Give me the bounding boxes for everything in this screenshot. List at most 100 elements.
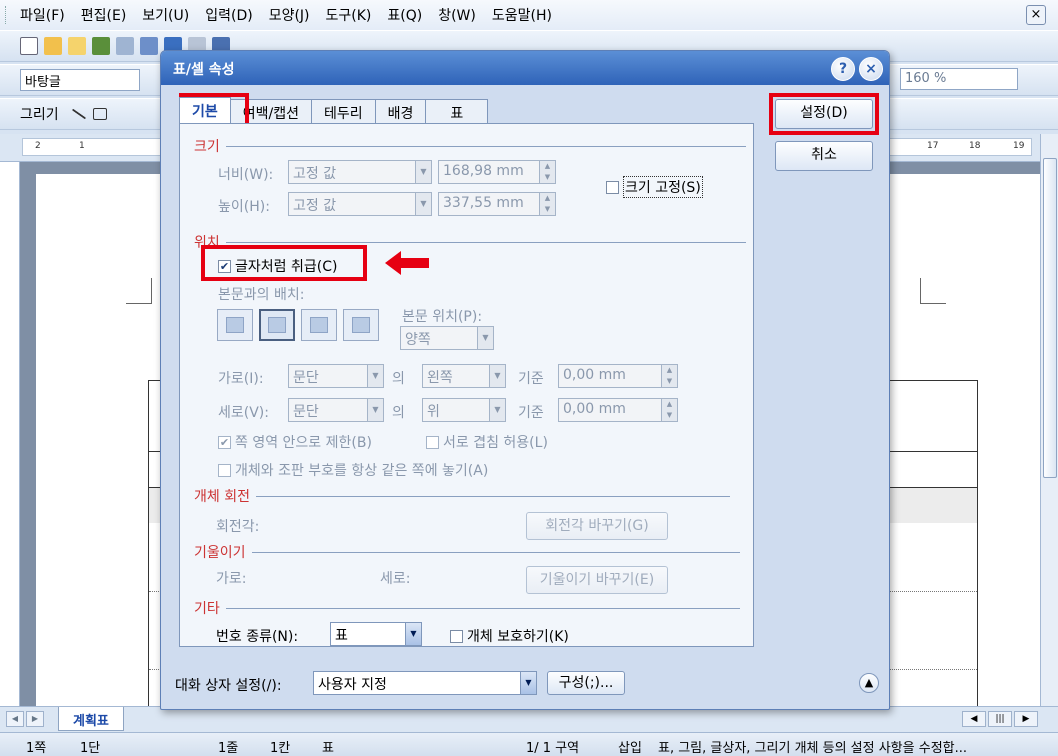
dropdown-arrow-icon: ▼ (489, 365, 505, 387)
spin-arrows-icon: ▲ ▼ (539, 193, 555, 215)
keep-same-page-checkbox[interactable]: 개체와 조판 부호를 항상 같은 쪽에 놓기(A) (218, 460, 488, 480)
sheet-next-icon[interactable]: ▶ (26, 711, 44, 727)
menu-file[interactable]: 파일(F) (18, 3, 67, 27)
section-skew-title: 기울이기 (194, 545, 246, 561)
allow-overlap-checkbox[interactable]: 서로 겹침 허용(L) (426, 432, 548, 452)
keep-same-page-label: 개체와 조판 부호를 항상 같은 쪽에 놓기(A) (235, 463, 489, 479)
body-position-select[interactable]: 양쪽 ▼ (400, 326, 494, 350)
vert-ref-value: 문단 (293, 404, 319, 420)
sheet-prev-icon[interactable]: ◀ (6, 711, 24, 727)
scrollbar-thumb[interactable] (1043, 158, 1057, 478)
scroll-thumb-icon[interactable]: ||| (988, 711, 1012, 727)
menu-grip (5, 6, 8, 24)
height-mode-select[interactable]: 고정 값 ▼ (288, 192, 432, 216)
dropdown-arrow-icon: ▼ (489, 399, 505, 421)
checkbox-box (450, 629, 463, 643)
help-icon[interactable]: ? (831, 57, 855, 81)
vert-align-select[interactable]: 위 ▼ (422, 398, 506, 422)
ruler-num: 17 (927, 141, 939, 151)
collapse-icon[interactable]: ▲ (859, 673, 879, 693)
vertical-scrollbar[interactable] (1040, 134, 1058, 706)
preset-select[interactable]: 사용자 지정 ▼ (313, 671, 537, 695)
height-value-spinner[interactable]: 337,55 mm ▲ ▼ (438, 192, 556, 216)
open-folder-icon[interactable] (68, 37, 86, 55)
menu-edit[interactable]: 편집(E) (79, 3, 129, 27)
vert-align-value: 위 (427, 404, 440, 420)
close-icon[interactable]: × (859, 57, 883, 81)
width-mode-value: 고정 값 (293, 166, 337, 182)
tab-border[interactable]: 테두리 (311, 99, 376, 123)
horiz-offset-spinner[interactable]: 0,00 mm ▲ ▼ (558, 364, 678, 388)
menu-help[interactable]: 도움말(H) (490, 3, 554, 27)
vert-ref-select[interactable]: 문단 ▼ (288, 398, 384, 422)
ruler-num: 1 (79, 141, 85, 151)
horiz-ref-value: 문단 (293, 370, 319, 386)
skew-vert-label: 세로: (380, 571, 411, 587)
horiz-align-select[interactable]: 왼쪽 ▼ (422, 364, 506, 388)
change-rotation-button[interactable]: 회전각 바꾸기(G) (526, 512, 668, 540)
wrap-top-bottom-icon[interactable] (259, 309, 295, 341)
section-misc-title: 기타 (194, 601, 220, 617)
window-close-button[interactable]: × (1026, 5, 1046, 25)
print-icon[interactable] (116, 37, 134, 55)
ruler-num: 19 (1013, 141, 1025, 151)
limit-page-checkbox[interactable]: ✔ 쪽 영역 안으로 제한(B) (218, 432, 372, 452)
line-tool-icon[interactable] (71, 108, 86, 120)
checkmark-icon: ✔ (218, 435, 231, 449)
draw-label[interactable]: 그리기 (20, 104, 59, 124)
width-value-spinner[interactable]: 168,98 mm ▲ ▼ (438, 160, 556, 184)
horiz-offset-value: 0,00 mm (563, 367, 626, 383)
status-bar: 1쪽 1단 1줄 1칸 표 1/ 1 구역 삽입 표, 그림, 글상자, 그리기… (0, 732, 1058, 756)
status-line: 1줄 (218, 741, 239, 756)
checkbox-box (606, 180, 619, 194)
preview-icon[interactable] (140, 37, 158, 55)
rectangle-tool-icon[interactable] (92, 108, 107, 120)
horiz-ref-select[interactable]: 문단 ▼ (288, 364, 384, 388)
section-size-title: 크기 (194, 139, 220, 155)
spin-arrows-icon: ▲ ▼ (661, 399, 677, 421)
change-skew-button[interactable]: 기울이기 바꾸기(E) (526, 566, 668, 594)
preset-value: 사용자 지정 (318, 677, 387, 693)
number-type-label: 번호 종류(N): (216, 629, 299, 645)
vert-offset-spinner[interactable]: 0,00 mm ▲ ▼ (558, 398, 678, 422)
width-label: 너비(W): (218, 167, 274, 183)
wrap-square-icon[interactable] (217, 309, 253, 341)
tab-background[interactable]: 배경 (374, 99, 427, 123)
body-layout-label: 본문과의 배치: (218, 287, 305, 303)
save-icon[interactable] (92, 37, 110, 55)
body-position-value: 양쪽 (405, 332, 431, 348)
wrap-in-front-text-icon[interactable] (343, 309, 379, 341)
spin-arrows-icon: ▲ ▼ (661, 365, 677, 387)
menu-format[interactable]: 모양(J) (267, 3, 312, 27)
menu-tools[interactable]: 도구(K) (324, 3, 374, 27)
scroll-right-icon[interactable]: ▶ (1014, 711, 1038, 727)
configure-button[interactable]: 구성(;)... (547, 671, 625, 695)
of-label: 의 (392, 371, 405, 387)
protect-object-checkbox[interactable]: 개체 보호하기(K) (450, 626, 569, 646)
template-icon[interactable] (44, 37, 62, 55)
number-type-select[interactable]: 표 ▼ (330, 622, 422, 646)
height-value: 337,55 mm (443, 195, 524, 211)
status-mode: 표 (322, 741, 334, 756)
menu-window[interactable]: 창(W) (436, 3, 478, 27)
of-label: 의 (392, 405, 405, 421)
section-divider (225, 241, 746, 243)
zoom-combo[interactable]: 160 % (900, 68, 1018, 90)
cancel-button[interactable]: 취소 (775, 141, 873, 171)
new-document-icon[interactable] (20, 37, 38, 55)
scroll-left-icon[interactable]: ◀ (962, 711, 986, 727)
wrap-behind-text-icon[interactable] (301, 309, 337, 341)
menu-view[interactable]: 보기(U) (140, 3, 191, 27)
checkbox-box (218, 463, 231, 477)
fix-size-checkbox[interactable]: 크기 고정(S) (606, 176, 703, 198)
style-combo[interactable]: 바탕글 (20, 69, 140, 91)
menu-table[interactable]: 표(Q) (385, 3, 424, 27)
width-mode-select[interactable]: 고정 값 ▼ (288, 160, 432, 184)
vertical-ruler (0, 162, 20, 706)
sheet-tab[interactable]: 계획표 (58, 707, 124, 731)
tab-table[interactable]: 표 (425, 99, 489, 123)
menu-insert[interactable]: 입력(D) (203, 3, 254, 27)
ruler-num: 18 (969, 141, 981, 151)
checkbox-box (426, 435, 439, 449)
tab-basic[interactable]: 기본 (179, 97, 231, 123)
